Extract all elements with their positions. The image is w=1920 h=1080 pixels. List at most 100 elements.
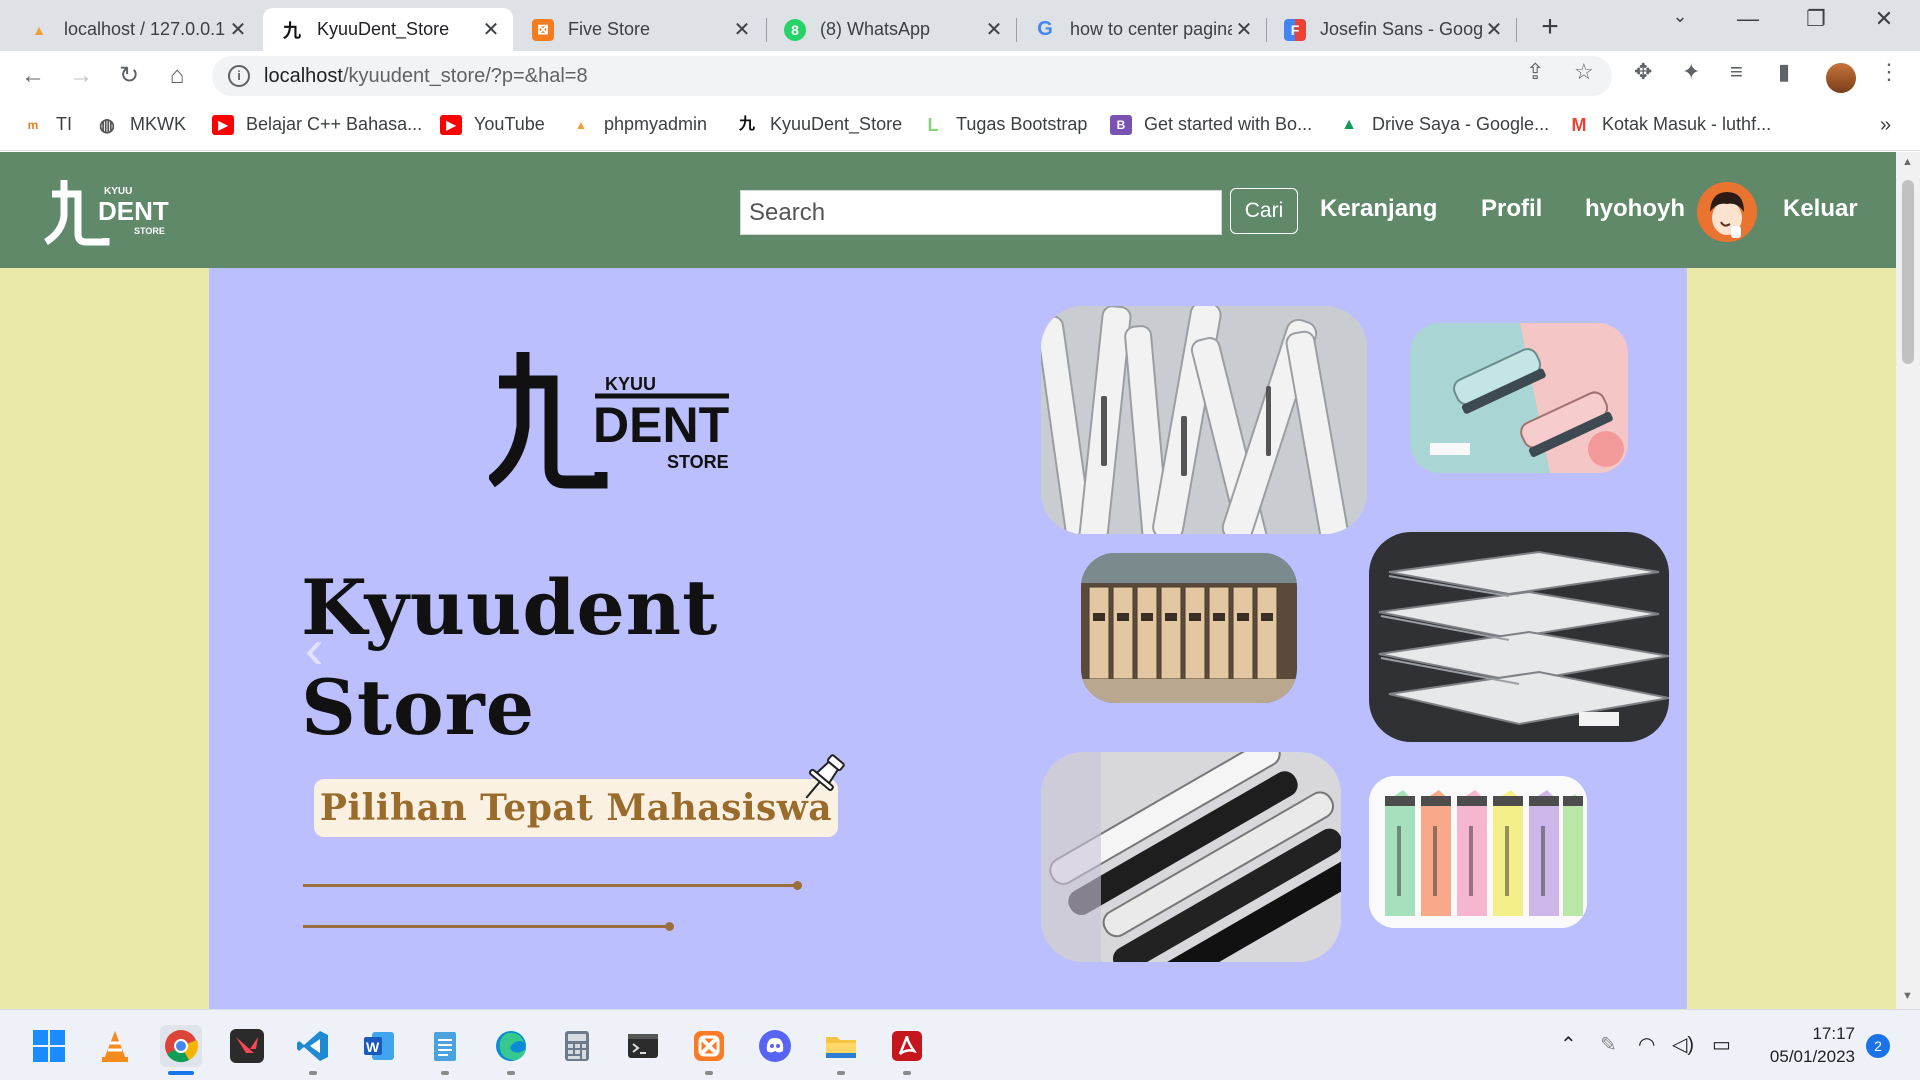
calculator-icon[interactable] (556, 1025, 598, 1067)
highlighters-image (1369, 776, 1587, 928)
tab-kyuudent[interactable]: 九 KyuuDent_Store ✕ (263, 8, 513, 51)
close-icon[interactable]: ✕ (1232, 17, 1256, 42)
volume-icon[interactable]: ◁) (1672, 1032, 1694, 1057)
nav-link-profile[interactable]: Profil (1481, 195, 1542, 223)
extensions-icon[interactable]: ✦ (1682, 59, 1700, 85)
phpmyadmin-icon: ▲ (32, 21, 46, 38)
bookmark-ti[interactable]: m TI (22, 114, 72, 135)
move-icon[interactable]: ✥ (1634, 59, 1652, 85)
side-panel-icon[interactable]: ▮ (1778, 59, 1790, 85)
google-icon: G (1037, 18, 1053, 40)
terminal-icon[interactable] (622, 1025, 664, 1067)
bookmark-bootstrap[interactable]: B Get started with Bo... (1110, 114, 1312, 135)
bookmark-kyuudent[interactable]: 九 KyuuDent_Store (736, 114, 902, 135)
acrobat-logo (892, 1031, 922, 1061)
running-indicator (903, 1071, 911, 1075)
scroll-up-icon[interactable]: ▲ (1902, 156, 1913, 168)
nav-username[interactable]: hyohoyh (1585, 195, 1685, 223)
tab-five-store[interactable]: ⊠ Five Store ✕ (514, 8, 764, 51)
vscode-icon[interactable] (292, 1025, 334, 1075)
bookmark-phpmyadmin[interactable]: ▲ phpmyadmin (570, 114, 707, 135)
staplers-image (1410, 323, 1628, 473)
photo-pencils (1081, 553, 1297, 703)
chrome-icon[interactable] (160, 1025, 202, 1075)
hero-title-line2: Store (301, 663, 536, 752)
site-info-icon[interactable]: i (228, 65, 250, 87)
close-icon[interactable]: ✕ (226, 17, 250, 42)
back-button[interactable]: ← (16, 59, 50, 93)
chrome-logo (165, 1030, 198, 1063)
tab-localhost[interactable]: ▲ localhost / 127.0.0.1 ✕ (10, 8, 260, 51)
tab-google-fonts[interactable]: F Josefin Sans - Google Fonts ✕ (1266, 8, 1516, 51)
bookmark-youtube[interactable]: ▶ YouTube (440, 114, 545, 135)
reading-list-icon[interactable]: ≡ (1730, 59, 1743, 85)
bookmark-star-icon[interactable]: ☆ (1574, 59, 1594, 85)
word-logo: W (364, 1032, 394, 1060)
minimize-button[interactable]: — (1718, 6, 1778, 32)
word-icon[interactable]: W (358, 1025, 400, 1067)
user-avatar[interactable] (1697, 182, 1757, 242)
xampp-icon[interactable] (688, 1025, 730, 1075)
tab-whatsapp[interactable]: 8 (8) WhatsApp ✕ (766, 8, 1016, 51)
reload-button[interactable]: ↻ (112, 59, 146, 93)
carousel-prev-button[interactable]: ‹ (305, 616, 324, 681)
vlc-icon[interactable] (94, 1025, 136, 1067)
folder-logo (826, 1037, 856, 1058)
photo-black-pens (1041, 752, 1341, 962)
bookmark-tugas-bootstrap[interactable]: L Tugas Bootstrap (922, 114, 1088, 135)
new-tab-button[interactable]: + (1533, 10, 1567, 44)
close-icon[interactable]: ✕ (479, 17, 503, 42)
hero-carousel: KYUU DENT STORE Kyuudent Store Pilihan T… (209, 268, 1687, 1009)
file-explorer-icon[interactable] (820, 1025, 862, 1075)
valorant-icon[interactable] (226, 1025, 268, 1067)
forward-button[interactable]: → (64, 59, 98, 93)
bookmark-label: phpmyadmin (604, 114, 708, 134)
search-button[interactable]: Cari (1230, 188, 1298, 234)
wifi-icon[interactable]: ◠ (1638, 1032, 1655, 1057)
discord-icon[interactable] (754, 1025, 796, 1067)
profile-avatar[interactable] (1826, 63, 1856, 93)
close-window-button[interactable]: ✕ (1854, 6, 1914, 32)
bookmark-mkwk[interactable]: ◍ MKWK (96, 114, 186, 135)
pushpin-icon (805, 754, 845, 799)
menu-kebab-icon[interactable]: ⋮ (1878, 59, 1900, 85)
restore-button[interactable]: ❐ (1786, 6, 1846, 32)
scroll-down-icon[interactable]: ▼ (1902, 990, 1913, 1002)
ti-icon: m (27, 117, 39, 132)
pen-menu-icon[interactable]: ✎ (1600, 1032, 1617, 1057)
windows-start-icon[interactable] (28, 1025, 70, 1067)
battery-icon[interactable]: ▭ (1712, 1032, 1731, 1057)
home-button[interactable]: ⌂ (160, 59, 194, 93)
share-icon[interactable]: ⇪ (1526, 59, 1544, 85)
close-icon[interactable]: ✕ (1482, 17, 1506, 42)
hero-logo-line1: KYUU (605, 374, 656, 394)
letter-l-icon: L (927, 114, 939, 135)
scrollbar-thumb[interactable] (1902, 180, 1914, 364)
tab-search-icon[interactable]: ⌄ (1650, 6, 1710, 27)
site-navbar: KYUU DENT STORE Cari Keranjang Profil hy… (0, 152, 1896, 268)
kyuudent-logo[interactable]: KYUU DENT STORE (44, 176, 174, 246)
bookmarks-overflow-button[interactable]: » (1880, 114, 1891, 137)
youtube-icon: ▶ (440, 114, 462, 135)
kyuudent-icon: 九 (283, 20, 301, 41)
acrobat-icon[interactable] (886, 1025, 928, 1075)
nav-link-logout[interactable]: Keluar (1783, 195, 1858, 223)
address-bar[interactable]: i localhost/kyuudent_store/?p=&hal=8 (212, 56, 1612, 96)
bookmark-gmail[interactable]: M Kotak Masuk - luthf... (1568, 114, 1772, 135)
bookmark-belajar-cpp[interactable]: ▶ Belajar C++ Bahasa... (212, 114, 422, 135)
tab-title: KyuuDent_Store (317, 19, 450, 39)
nav-link-cart[interactable]: Keranjang (1320, 195, 1437, 223)
show-hidden-icons[interactable]: ⌃ (1560, 1032, 1577, 1057)
search-input[interactable] (740, 190, 1222, 235)
close-icon[interactable]: ✕ (730, 17, 754, 42)
system-clock[interactable]: 17:17 05/01/2023 (1755, 1022, 1855, 1068)
edge-icon[interactable] (490, 1025, 532, 1075)
globe-icon: ◍ (99, 114, 115, 135)
bookmark-google-drive[interactable]: ▲ Drive Saya - Google... (1338, 114, 1549, 135)
notification-badge[interactable]: 2 (1866, 1034, 1890, 1058)
page-scrollbar[interactable]: ▲ ▼ (1896, 152, 1920, 1009)
tab-google-search[interactable]: G how to center pagination ✕ (1016, 8, 1266, 51)
close-icon[interactable]: ✕ (982, 17, 1006, 42)
notepad-icon[interactable] (424, 1025, 466, 1075)
photo-notebooks (1369, 532, 1669, 742)
